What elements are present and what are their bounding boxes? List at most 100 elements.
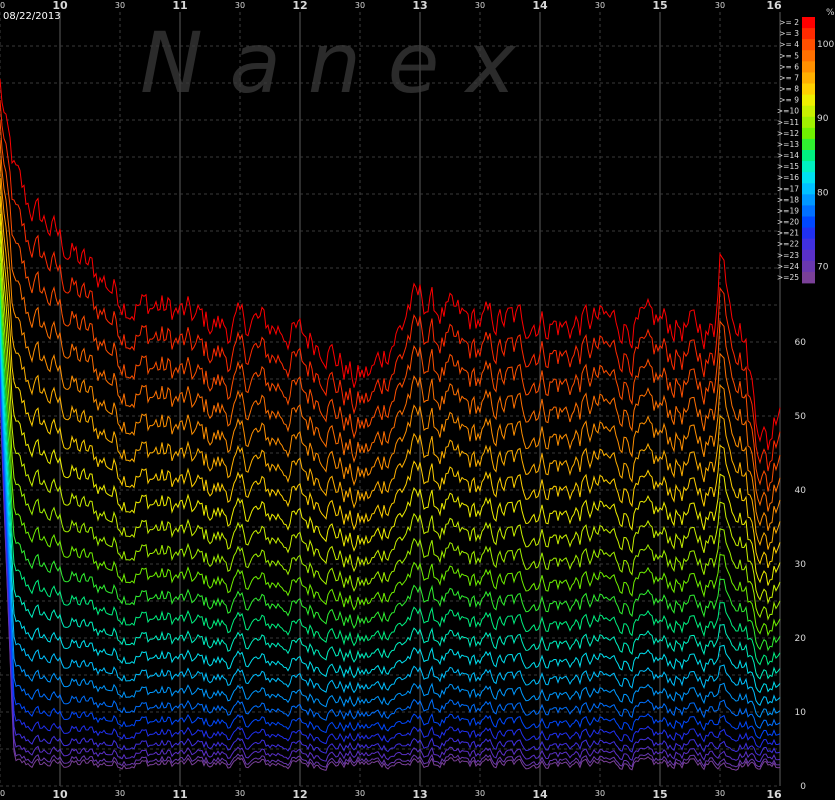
legend-swatch	[802, 39, 815, 51]
legend-entry: >=13	[777, 140, 799, 149]
legend-entry: >= 8	[779, 85, 799, 94]
x-hour-label-bottom: 15	[652, 788, 667, 800]
series-line	[0, 178, 781, 550]
legend-swatch	[802, 127, 815, 140]
x-half-label-top: 30	[115, 1, 125, 10]
x-hour-label-bottom: 12	[292, 788, 307, 800]
legend-swatch	[802, 194, 815, 206]
legend-swatch	[802, 94, 815, 107]
legend-swatch	[802, 172, 815, 184]
series-line	[0, 262, 781, 637]
legend-entry: >=17	[777, 184, 799, 193]
y-tick-label: 50	[795, 412, 807, 422]
legend-entry: >=23	[777, 251, 799, 260]
legend-swatch	[802, 138, 815, 151]
y-axis-labels: 0 10 20 30 40 50 60	[795, 338, 807, 792]
legend-swatch	[802, 83, 815, 95]
legend-swatch	[802, 183, 815, 195]
x-hour-label-bottom: 16	[766, 788, 782, 800]
legend-entry: >=24	[777, 262, 799, 271]
legend-entry: >= 5	[779, 51, 799, 60]
x-hour-label-top: 10	[52, 0, 68, 12]
legend-percent-label: %	[826, 8, 835, 18]
x-half-label-top: 30	[355, 1, 365, 10]
y-tick-label: 0	[800, 782, 806, 792]
x-hour-label-top: 16	[766, 0, 782, 12]
y-tick-label: 10	[795, 708, 807, 718]
x-half-label-bottom: 30	[715, 789, 725, 798]
legend-scale-label: 80	[817, 188, 829, 198]
series-lines	[0, 79, 781, 771]
legend-swatch	[802, 150, 815, 162]
x-hour-label-top: 15	[652, 0, 667, 12]
legend-swatch	[802, 50, 815, 62]
legend-swatch	[802, 17, 815, 29]
legend-swatch	[802, 249, 815, 262]
x-half-label-top: 30	[475, 1, 485, 10]
legend-scale-label: 70	[817, 263, 829, 273]
x-hour-label-top: 12	[292, 0, 307, 12]
legend-swatch	[802, 28, 815, 40]
legend: >= 2 >= 3 >= 4 >= 5 >= 6 >= 7 >= 8 >= 9 >=10 >=11…	[777, 8, 835, 284]
x-half-label-top: 30	[235, 1, 245, 10]
y-tick-label: 30	[795, 560, 807, 570]
legend-entry: >=19	[777, 206, 799, 215]
legend-entry: >= 3	[779, 29, 799, 38]
x-hour-label-top: 11	[172, 0, 187, 12]
legend-entry: >= 7	[779, 73, 799, 82]
legend-entry: >= 9	[779, 96, 799, 105]
x-hour-label-top: 13	[412, 0, 427, 12]
series-line	[0, 392, 781, 771]
legend-entry: >=18	[777, 195, 799, 204]
x-half-label-bottom: 30	[0, 789, 5, 798]
legend-swatch	[802, 216, 815, 228]
legend-entry: >=10	[777, 107, 799, 116]
x-hour-label-top: 14	[532, 0, 548, 12]
legend-entry: >=22	[777, 240, 799, 249]
y-tick-label: 20	[795, 634, 807, 644]
x-half-label-bottom: 30	[475, 789, 485, 798]
stock-chart: N a n e x 08/22/2013 10 10 11 11 12 12 13 13 14 1…	[0, 0, 835, 800]
legend-scale-label: 100	[817, 40, 834, 50]
legend-entry: >=15	[777, 162, 799, 171]
x-hour-label-bottom: 13	[412, 788, 427, 800]
x-hour-label-bottom: 14	[532, 788, 548, 800]
legend-swatch	[802, 161, 815, 173]
series-line	[0, 306, 781, 680]
legend-swatch	[802, 271, 815, 284]
legend-entry: >=16	[777, 173, 799, 182]
x-half-label-top: 30	[0, 1, 5, 10]
legend-swatch	[802, 260, 815, 273]
x-half-label-top: 30	[715, 1, 725, 10]
series-line	[0, 277, 781, 652]
legend-entry: >=25	[777, 273, 799, 282]
x-half-label-bottom: 30	[235, 789, 245, 798]
y-tick-label: 40	[795, 486, 807, 496]
legend-entry: >= 4	[779, 40, 799, 49]
x-hour-label-bottom: 11	[172, 788, 187, 800]
legend-entry: >= 6	[779, 62, 799, 71]
legend-swatch	[802, 61, 815, 73]
legend-entry: >=11	[777, 118, 799, 127]
legend-entry: >=14	[777, 151, 799, 160]
watermark-text: N a n e x	[140, 14, 517, 112]
series-line	[0, 292, 781, 666]
x-hour-label-bottom: 10	[52, 788, 68, 800]
legend-swatch	[802, 116, 815, 129]
x-half-label-top: 30	[595, 1, 605, 10]
legend-entry: >=21	[777, 229, 799, 238]
y-tick-label: 60	[795, 338, 807, 348]
legend-entry: >= 2	[779, 18, 799, 27]
legend-swatch	[802, 205, 815, 217]
legend-entry: >=12	[777, 129, 799, 138]
x-half-label-bottom: 30	[115, 789, 125, 798]
legend-scale-label: 90	[817, 114, 829, 124]
series-line	[0, 79, 781, 451]
legend-swatch	[802, 238, 815, 251]
legend-swatch	[802, 105, 815, 118]
x-half-label-bottom: 30	[355, 789, 365, 798]
x-half-label-bottom: 30	[595, 789, 605, 798]
legend-swatch	[802, 227, 815, 240]
legend-entry: >=20	[777, 218, 799, 227]
date-label: 08/22/2013	[3, 11, 61, 22]
